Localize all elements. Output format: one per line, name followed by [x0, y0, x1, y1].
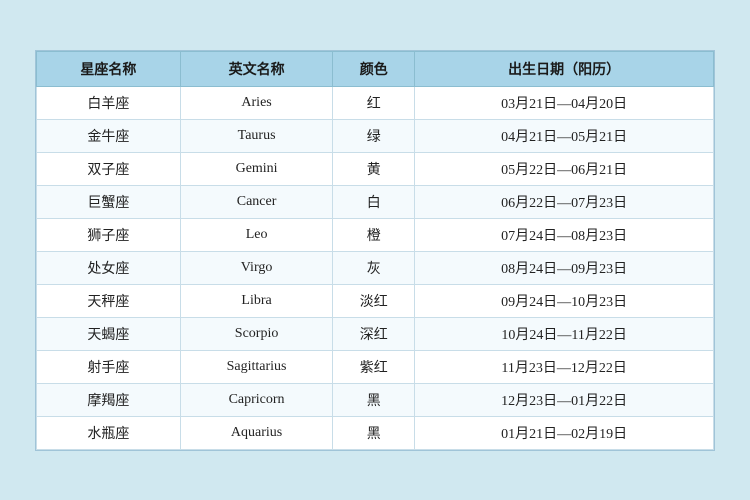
cell-dates: 12月23日—01月22日 [415, 383, 714, 416]
cell-color: 紫红 [333, 350, 415, 383]
table-body: 白羊座Aries红03月21日—04月20日金牛座Taurus绿04月21日—0… [37, 86, 714, 449]
cell-chinese: 处女座 [37, 251, 181, 284]
cell-chinese: 天秤座 [37, 284, 181, 317]
cell-dates: 03月21日—04月20日 [415, 86, 714, 119]
cell-chinese: 巨蟹座 [37, 185, 181, 218]
cell-color: 黑 [333, 416, 415, 449]
cell-english: Capricorn [180, 383, 332, 416]
cell-color: 红 [333, 86, 415, 119]
cell-color: 黑 [333, 383, 415, 416]
cell-color: 深红 [333, 317, 415, 350]
cell-english: Cancer [180, 185, 332, 218]
cell-chinese: 狮子座 [37, 218, 181, 251]
cell-english: Libra [180, 284, 332, 317]
table-row: 双子座Gemini黄05月22日—06月21日 [37, 152, 714, 185]
cell-dates: 01月21日—02月19日 [415, 416, 714, 449]
table-row: 狮子座Leo橙07月24日—08月23日 [37, 218, 714, 251]
cell-dates: 10月24日—11月22日 [415, 317, 714, 350]
table-row: 天蝎座Scorpio深红10月24日—11月22日 [37, 317, 714, 350]
table-row: 处女座Virgo灰08月24日—09月23日 [37, 251, 714, 284]
table-row: 白羊座Aries红03月21日—04月20日 [37, 86, 714, 119]
cell-chinese: 水瓶座 [37, 416, 181, 449]
table-row: 巨蟹座Cancer白06月22日—07月23日 [37, 185, 714, 218]
cell-dates: 07月24日—08月23日 [415, 218, 714, 251]
table-row: 天秤座Libra淡红09月24日—10月23日 [37, 284, 714, 317]
cell-color: 绿 [333, 119, 415, 152]
cell-dates: 05月22日—06月21日 [415, 152, 714, 185]
cell-english: Aquarius [180, 416, 332, 449]
cell-english: Aries [180, 86, 332, 119]
col-header-dates: 出生日期（阳历） [415, 51, 714, 86]
table-row: 射手座Sagittarius紫红11月23日—12月22日 [37, 350, 714, 383]
cell-english: Sagittarius [180, 350, 332, 383]
col-header-chinese: 星座名称 [37, 51, 181, 86]
cell-dates: 11月23日—12月22日 [415, 350, 714, 383]
zodiac-table: 星座名称 英文名称 颜色 出生日期（阳历） 白羊座Aries红03月21日—04… [36, 51, 714, 450]
cell-color: 淡红 [333, 284, 415, 317]
cell-dates: 06月22日—07月23日 [415, 185, 714, 218]
cell-chinese: 双子座 [37, 152, 181, 185]
cell-chinese: 摩羯座 [37, 383, 181, 416]
table-row: 水瓶座Aquarius黑01月21日—02月19日 [37, 416, 714, 449]
cell-dates: 08月24日—09月23日 [415, 251, 714, 284]
cell-english: Virgo [180, 251, 332, 284]
table-row: 摩羯座Capricorn黑12月23日—01月22日 [37, 383, 714, 416]
cell-english: Gemini [180, 152, 332, 185]
cell-chinese: 天蝎座 [37, 317, 181, 350]
col-header-color: 颜色 [333, 51, 415, 86]
cell-dates: 04月21日—05月21日 [415, 119, 714, 152]
cell-english: Taurus [180, 119, 332, 152]
cell-english: Leo [180, 218, 332, 251]
table-row: 金牛座Taurus绿04月21日—05月21日 [37, 119, 714, 152]
cell-dates: 09月24日—10月23日 [415, 284, 714, 317]
cell-color: 白 [333, 185, 415, 218]
zodiac-table-container: 星座名称 英文名称 颜色 出生日期（阳历） 白羊座Aries红03月21日—04… [35, 50, 715, 451]
table-header-row: 星座名称 英文名称 颜色 出生日期（阳历） [37, 51, 714, 86]
col-header-english: 英文名称 [180, 51, 332, 86]
cell-color: 黄 [333, 152, 415, 185]
cell-chinese: 射手座 [37, 350, 181, 383]
cell-chinese: 金牛座 [37, 119, 181, 152]
cell-english: Scorpio [180, 317, 332, 350]
cell-chinese: 白羊座 [37, 86, 181, 119]
cell-color: 灰 [333, 251, 415, 284]
cell-color: 橙 [333, 218, 415, 251]
